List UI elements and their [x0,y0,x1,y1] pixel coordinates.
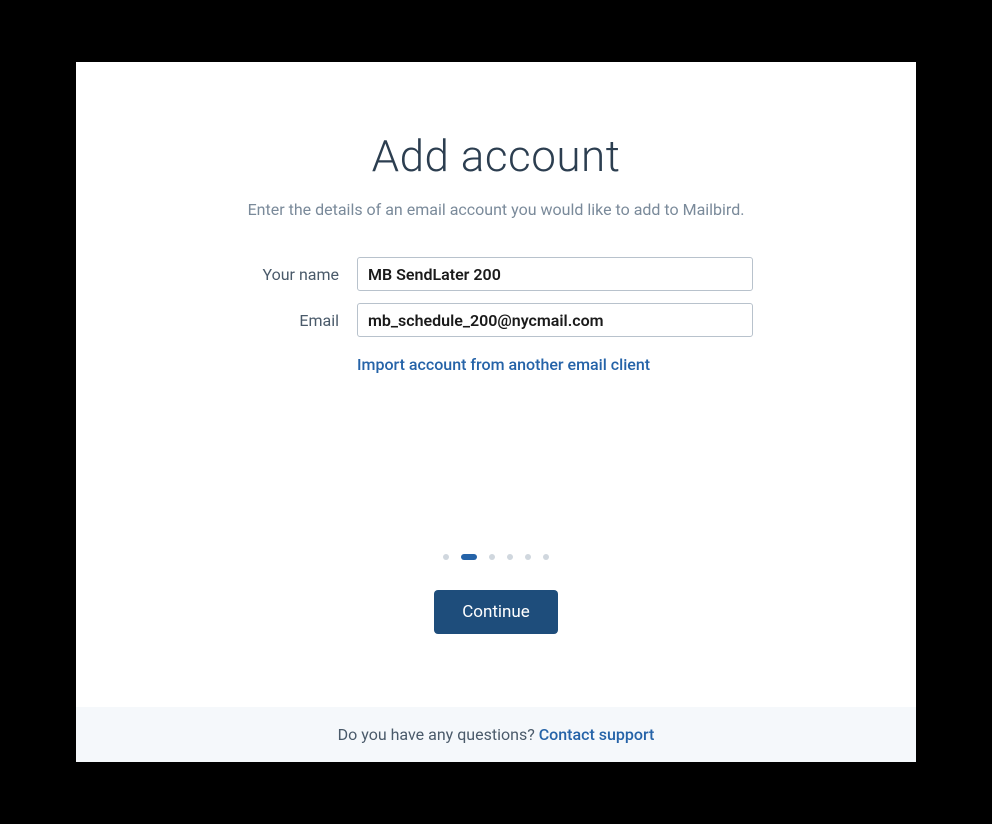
add-account-window: Add account Enter the details of an emai… [76,62,916,762]
progress-dot-3 [489,554,495,560]
footer-question: Do you have any questions? [338,725,539,744]
progress-dot-2 [461,554,477,560]
name-row: Your name [239,257,753,291]
account-form: Your name Email Import account from anot… [239,257,753,374]
continue-button[interactable]: Continue [434,590,558,634]
progress-dot-1 [443,554,449,560]
name-label: Your name [239,265,339,284]
page-title: Add account [372,130,621,182]
progress-dot-5 [525,554,531,560]
email-label: Email [239,311,339,330]
main-content: Add account Enter the details of an emai… [76,62,916,707]
email-input[interactable] [357,303,753,337]
name-input[interactable] [357,257,753,291]
footer: Do you have any questions? Contact suppo… [76,707,916,762]
progress-dot-6 [543,554,549,560]
import-account-link[interactable]: Import account from another email client [357,355,650,374]
contact-support-link[interactable]: Contact support [539,725,655,744]
import-link-row: Import account from another email client [239,355,753,374]
page-subtitle: Enter the details of an email account yo… [248,200,745,219]
email-row: Email [239,303,753,337]
progress-dot-4 [507,554,513,560]
progress-dots [443,554,549,560]
